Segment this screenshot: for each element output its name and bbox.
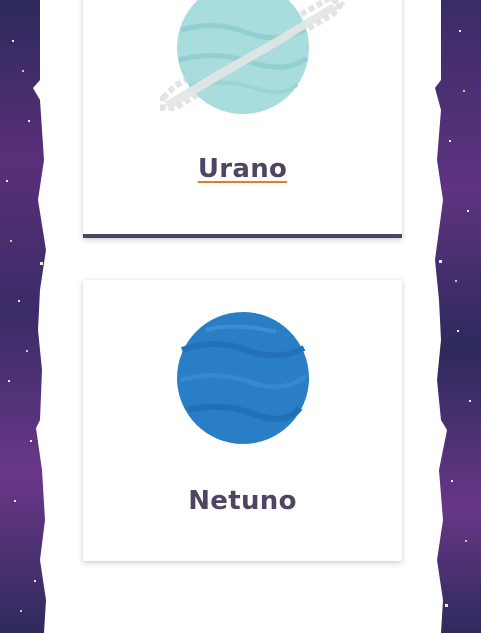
planet-title: Urano [83, 154, 402, 184]
planet-link-urano[interactable]: Urano [198, 154, 287, 184]
galaxy-border-right [429, 0, 481, 633]
uranus-pixel-icon [155, 0, 346, 124]
planet-title-netuno: Netuno [188, 486, 297, 516]
planet-card-netuno[interactable]: Netuno [83, 280, 402, 561]
neptune-pixel-icon [176, 310, 310, 450]
galaxy-border-left [0, 0, 52, 633]
planet-card-urano[interactable]: Urano [83, 0, 402, 238]
